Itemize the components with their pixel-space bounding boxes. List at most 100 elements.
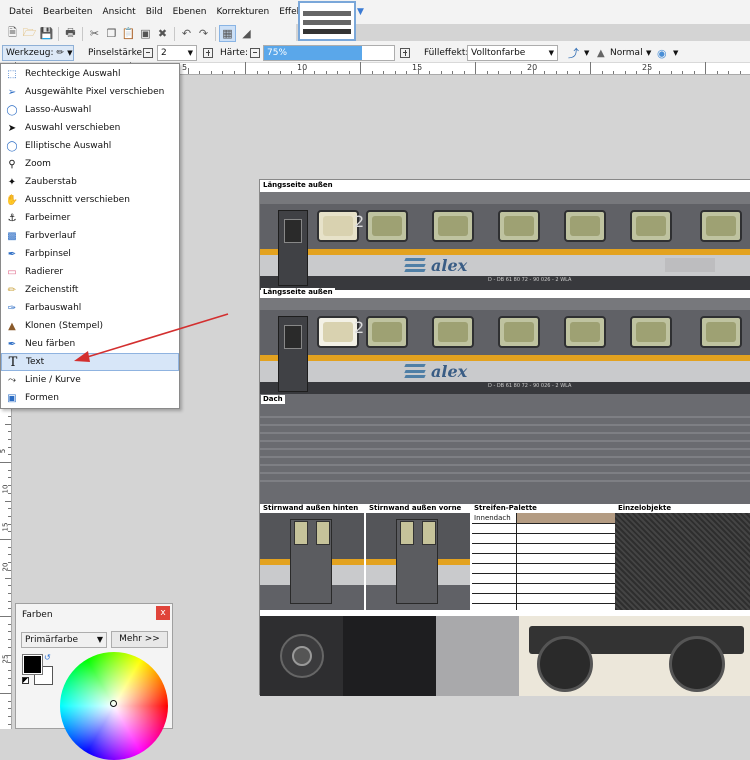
palette-row-label: Innendach (474, 514, 511, 522)
ruler-label: 5 (0, 448, 8, 454)
more-colors-button[interactable]: Mehr >> (111, 631, 168, 648)
ruler-tick (532, 68, 534, 74)
rulers-icon[interactable]: ◢ (238, 25, 255, 42)
hardness-slider[interactable]: 75% (263, 45, 395, 61)
menu-ebenen[interactable]: Ebenen (168, 0, 212, 24)
tool-item-paint-bucket[interactable]: ⚓ Farbeimer (1, 209, 179, 227)
ruler-tick (8, 646, 11, 648)
color-target-select[interactable]: Primärfarbe ▼ (21, 632, 107, 648)
reset-colors-icon[interactable] (22, 677, 29, 684)
deselect-icon[interactable]: ✖ (154, 25, 171, 42)
tool-item-pan[interactable]: ✋ Ausschnitt verschieben (1, 191, 179, 209)
copy-icon[interactable]: ❐ (103, 25, 120, 42)
ruler-tick (5, 654, 11, 656)
crop-icon[interactable]: ▣ (137, 25, 154, 42)
minus-icon (143, 48, 153, 58)
brush-width-label: Pinselstärke: (88, 48, 146, 58)
ruler-tick (636, 71, 637, 74)
tool-item-ellipse-select[interactable]: ◯ Elliptische Auswahl (1, 137, 179, 155)
ruler-tick (8, 623, 11, 625)
toolbar-separator (215, 26, 216, 41)
ruler-tick (8, 523, 11, 525)
save-icon[interactable]: 💾 (38, 25, 55, 42)
chevron-down-icon[interactable]: ▼ (646, 45, 651, 61)
menu-ansicht[interactable]: Ansicht (97, 0, 140, 24)
menu-korrekturen[interactable]: Korrekturen (211, 0, 274, 24)
ruler-tick (486, 71, 488, 74)
ruler-tick (739, 71, 741, 74)
tool-item-clone-stamp[interactable]: ▲ Klonen (Stempel) (1, 317, 179, 335)
hardness-value: 75% (267, 48, 288, 58)
chevron-down-icon[interactable]: ▼ (673, 45, 678, 61)
fill-select[interactable]: Volltonfarbe ▼ (467, 45, 558, 61)
selection-mode-icon[interactable]: ◉ (657, 45, 667, 61)
ruler-tick (8, 531, 11, 533)
hardness-increase-button[interactable] (400, 45, 410, 61)
chevron-down-icon[interactable]: ▼ (584, 45, 589, 61)
tool-item-line-curve[interactable]: ⤳ Linie / Kurve (1, 371, 179, 389)
ruler-tick (8, 669, 11, 671)
open-file-icon[interactable]: 🗁 (21, 25, 38, 42)
tool-item-magic-wand[interactable]: ✦ Zauberstab (1, 173, 179, 191)
tool-item-move-selection[interactable]: ➤ Auswahl verschieben (1, 119, 179, 137)
ruler-tick (8, 677, 11, 679)
tool-item-shapes[interactable]: ▣ Formen (1, 389, 179, 407)
menu-bild[interactable]: Bild (141, 0, 168, 24)
tool-item-lasso[interactable]: ◯ Lasso-Auswahl (1, 101, 179, 119)
tool-selector-button[interactable]: Werkzeug: ✏ ▼ (2, 45, 74, 61)
tool-item-eraser[interactable]: ▭ Radierer (1, 263, 179, 281)
tool-item-move-pixels[interactable]: ➢ Ausgewählte Pixel verschieben (1, 83, 179, 101)
ruler-tick (8, 438, 11, 440)
grid-icon[interactable]: ▦ (219, 25, 236, 42)
redo-icon[interactable]: ↷ (195, 25, 212, 42)
ruler-tick (498, 71, 499, 74)
brush-width-decrease-button[interactable] (143, 45, 153, 61)
text-icon: T (8, 354, 18, 370)
ruler-tick (406, 71, 407, 74)
paste-icon[interactable]: 📋 (120, 25, 137, 42)
image-canvas[interactable]: Längsseite außen 2 alex D - DB 61 80 72 … (259, 179, 750, 696)
tool-item-label: Rechteckige Auswahl (25, 69, 121, 79)
ruler-tick (210, 71, 212, 74)
image-list-arrow-icon[interactable]: ▼ (357, 7, 364, 17)
menu-bar: Datei Bearbeiten Ansicht Bild Ebenen Kor… (0, 0, 750, 24)
tool-item-text[interactable]: T Text (1, 353, 179, 371)
primary-color-swatch[interactable] (22, 654, 43, 675)
plus-icon (400, 48, 410, 58)
main-toolbar: 🗎 🗁 💾 🖶 ✂ ❐ 📋 ▣ ✖ ↶ ↷ ▦ ◢ (0, 24, 296, 43)
tool-item-zoom[interactable]: ⚲ Zoom (1, 155, 179, 173)
tool-item-recolor[interactable]: ✒ Neu färben (1, 335, 179, 353)
ruler-tick (8, 592, 11, 594)
menu-bearbeiten[interactable]: Bearbeiten (38, 0, 97, 24)
magic-wand-icon: ✦ (7, 176, 17, 188)
undo-icon[interactable]: ↶ (178, 25, 195, 42)
image-tab-thumbnail[interactable] (298, 1, 356, 41)
move-selection-icon: ➤ (7, 122, 17, 134)
brush-width-increase-button[interactable] (203, 45, 213, 61)
print-icon[interactable]: 🖶 (62, 25, 79, 42)
ruler-tick (8, 508, 11, 510)
tool-item-paintbrush[interactable]: ✒ Farbpinsel (1, 245, 179, 263)
alex-logo: alex (404, 362, 467, 381)
new-file-icon[interactable]: 🗎 (4, 25, 21, 42)
antialiasing-icon[interactable]: ⤴ (568, 45, 579, 61)
ruler-tick (521, 71, 522, 74)
ruler-tick (624, 71, 626, 74)
cut-icon[interactable]: ✂ (86, 25, 103, 42)
ruler-tick (8, 454, 11, 456)
ruler-tick (509, 71, 511, 74)
blend-mode-value[interactable]: Normal (610, 45, 643, 61)
brush-width-select[interactable]: 2 ▼ (157, 45, 197, 61)
ruler-tick (8, 492, 11, 494)
section-label: Stirnwand außen vorne (367, 504, 464, 513)
hardness-decrease-button[interactable] (250, 45, 260, 61)
ruler-tick (8, 515, 11, 517)
tool-item-pencil[interactable]: ✏ Zeichenstift (1, 281, 179, 299)
tool-item-gradient[interactable]: ▩ Farbverlauf (1, 227, 179, 245)
tool-item-color-picker[interactable]: ✑ Farbauswahl (1, 299, 179, 317)
close-icon[interactable]: x (156, 606, 170, 620)
color-wheel-cursor[interactable] (110, 700, 117, 707)
menu-datei[interactable]: Datei (4, 0, 38, 24)
swap-colors-icon[interactable]: ↺ (44, 653, 51, 662)
tool-item-rectangle-select[interactable]: ⬚ Rechteckige Auswahl (1, 65, 179, 83)
